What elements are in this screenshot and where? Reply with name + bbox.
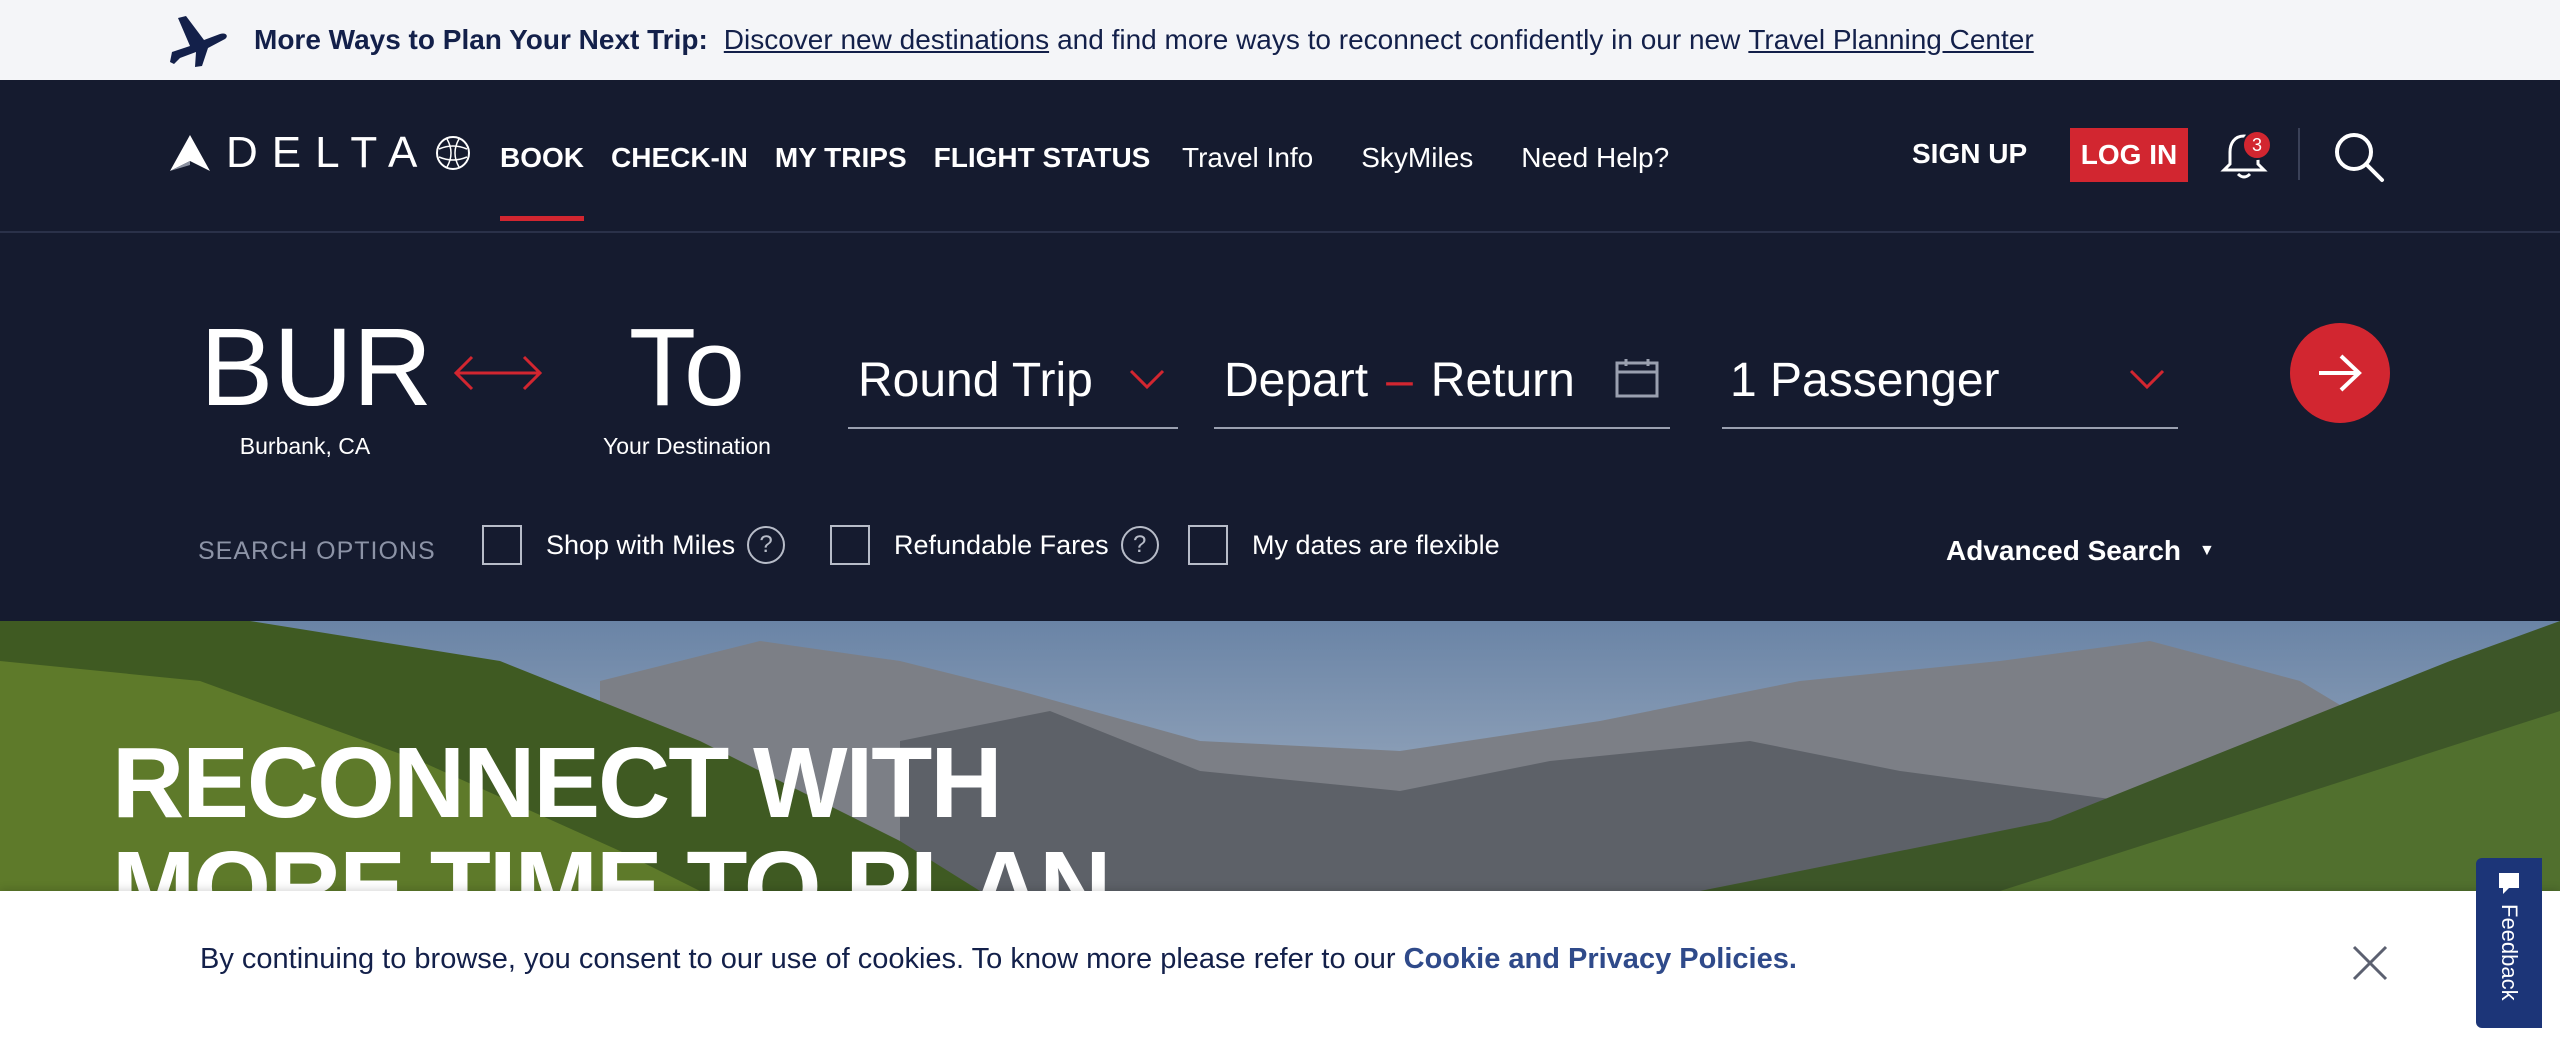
shop-with-miles-label: Shop with Miles	[546, 529, 736, 560]
origin-city: Burbank, CA	[239, 433, 371, 459]
refundable-fares-label: Refundable Fares	[894, 529, 1109, 560]
destination-selector[interactable]: To Your Destination	[592, 313, 782, 460]
caret-down-icon: ▼	[2199, 542, 2215, 559]
nav-check-in[interactable]: CHECK-IN	[611, 142, 748, 174]
depart-label: Depart	[1224, 353, 1369, 407]
hero-banner: RECONNECT WITH MORE TIME TO PLAN	[0, 621, 2560, 891]
arrow-right-icon	[2319, 354, 2362, 392]
shop-with-miles-checkbox[interactable]	[482, 525, 522, 565]
nav-my-trips[interactable]: MY TRIPS	[775, 142, 907, 174]
passenger-dropdown[interactable]: 1 Passenger	[1722, 333, 2178, 429]
close-icon[interactable]	[2350, 943, 2390, 983]
search-icon[interactable]	[2332, 130, 2386, 184]
promo-text: and find more ways to reconnect confiden…	[1057, 24, 1741, 55]
swap-arrows-icon[interactable]	[452, 353, 544, 393]
nav-need-help[interactable]: Need Help?	[1521, 142, 1669, 174]
cookie-consent-banner: By continuing to browse, you consent to …	[0, 891, 2560, 1038]
cookie-text: By continuing to browse, you consent to …	[200, 943, 1396, 975]
delta-logo[interactable]: DELTA	[168, 128, 473, 178]
help-icon[interactable]: ?	[1120, 526, 1159, 564]
cookie-policy-link[interactable]: Cookie and Privacy Policies.	[1404, 943, 1797, 975]
skyteam-globe-icon	[436, 136, 471, 170]
booking-widget: BUR Burbank, CA To Your Destination Roun…	[0, 233, 2560, 621]
chevron-down-icon	[2129, 369, 2165, 390]
advanced-search-toggle[interactable]: Advanced Search ▼	[1946, 535, 2215, 567]
delta-logo-text: DELTA	[226, 128, 432, 177]
feedback-tab[interactable]: Feedback	[2476, 858, 2542, 1028]
trip-type-dropdown[interactable]: Round Trip	[848, 333, 1178, 429]
return-label: Return	[1430, 353, 1575, 407]
origin-selector[interactable]: BUR Burbank, CA	[200, 306, 433, 460]
sign-up-button[interactable]: SIGN UP	[1912, 138, 2027, 170]
destination-code: To	[628, 306, 746, 429]
calendar-icon	[1615, 359, 1659, 398]
notification-badge: 3	[2242, 130, 2272, 160]
hero-headline-line2: MORE TIME TO PLAN	[112, 831, 1111, 891]
hero-headline-line1: RECONNECT WITH	[112, 727, 1003, 839]
discover-destinations-link[interactable]: Discover new destinations	[724, 24, 1049, 56]
hero-headline: RECONNECT WITH MORE TIME TO PLAN	[112, 727, 1111, 891]
advanced-search-label: Advanced Search	[1946, 535, 2181, 566]
flexible-dates-checkbox[interactable]	[1188, 525, 1228, 565]
airplane-icon	[170, 16, 227, 67]
flexible-dates-option[interactable]: My dates are flexible	[1188, 525, 1500, 565]
cookie-message: By continuing to browse, you consent to …	[200, 943, 1797, 976]
nav-skymiles[interactable]: SkyMiles	[1361, 142, 1473, 174]
log-in-button[interactable]: LOG IN	[2070, 128, 2188, 182]
chevron-down-icon	[1129, 369, 1165, 390]
help-icon[interactable]: ?	[747, 526, 786, 564]
search-flights-button[interactable]	[2290, 323, 2390, 423]
trip-type-value: Round Trip	[858, 353, 1093, 407]
date-picker[interactable]: Depart – Return	[1214, 333, 1670, 429]
nav-book[interactable]: BOOK	[500, 142, 584, 221]
flexible-dates-label: My dates are flexible	[1252, 529, 1500, 560]
date-separator: –	[1386, 353, 1413, 407]
feedback-label: Feedback	[2497, 904, 2522, 1001]
secondary-nav: Travel Info SkyMiles Need Help?	[1182, 142, 1669, 174]
refundable-fares-option[interactable]: Refundable Fares ?	[830, 525, 1159, 565]
travel-planning-center-link[interactable]: Travel Planning Center	[1748, 24, 2033, 56]
refundable-fares-checkbox[interactable]	[830, 525, 870, 565]
search-options-label: SEARCH OPTIONS	[198, 537, 436, 565]
destination-city: Your Destination	[603, 433, 771, 459]
promo-banner: More Ways to Plan Your Next Trip: Discov…	[0, 0, 2560, 80]
promo-title: More Ways to Plan Your Next Trip:	[254, 24, 708, 55]
shop-with-miles-option[interactable]: Shop with Miles ?	[482, 525, 786, 565]
nav-flight-status[interactable]: FLIGHT STATUS	[934, 142, 1151, 174]
header-divider	[2298, 128, 2300, 180]
feedback-icon	[2499, 873, 2519, 894]
main-header: DELTA BOOK CHECK-IN MY TRIPS FLIGHT STAT…	[0, 80, 2560, 233]
main-nav: BOOK CHECK-IN MY TRIPS FLIGHT STATUS	[500, 142, 1151, 221]
delta-widget-icon	[170, 135, 210, 171]
origin-code: BUR	[200, 306, 433, 429]
passenger-value: 1 Passenger	[1730, 353, 2000, 407]
nav-travel-info[interactable]: Travel Info	[1182, 142, 1313, 174]
